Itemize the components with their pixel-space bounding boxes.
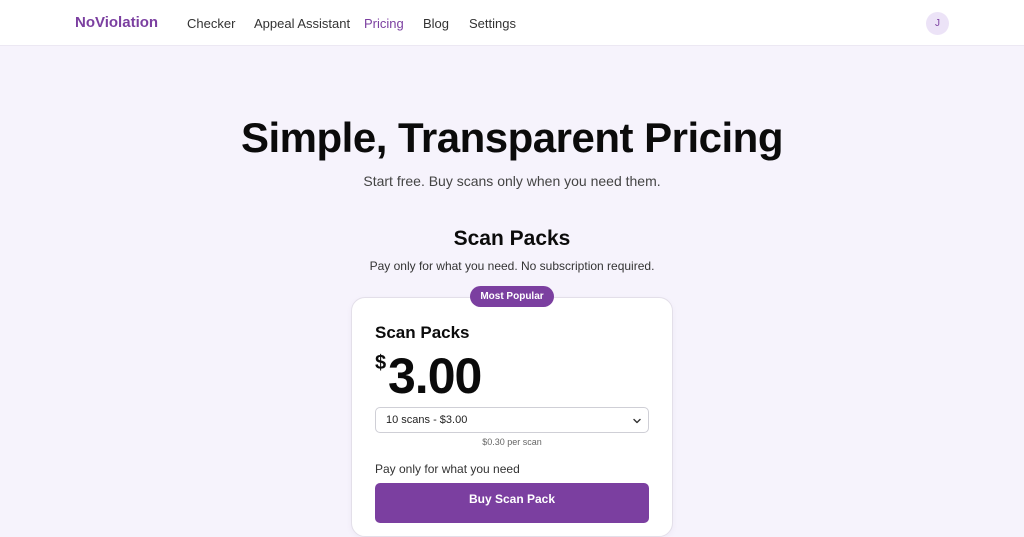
feature-text: Pay only for what you need: [375, 462, 520, 476]
scan-pack-select-value: 10 scans - $3.00: [386, 414, 468, 426]
section-subtitle: Pay only for what you need. No subscript…: [369, 259, 655, 273]
scan-pack-select[interactable]: 10 scans - $3.00: [375, 407, 649, 433]
nav-link-checker[interactable]: Checker: [187, 16, 235, 31]
nav-link-appeal-assistant[interactable]: Appeal Assistant: [254, 16, 350, 31]
brand-logo-link[interactable]: NoViolation: [75, 14, 158, 31]
per-scan-price: $0.30 per scan: [482, 437, 542, 447]
user-avatar[interactable]: J: [926, 12, 949, 35]
price-currency: $: [375, 352, 387, 374]
nav-link-pricing[interactable]: Pricing: [364, 16, 404, 31]
nav-link-settings[interactable]: Settings: [469, 16, 516, 31]
card-title: Scan Packs: [375, 323, 470, 342]
most-popular-badge: Most Popular: [470, 286, 554, 307]
section-title: Scan Packs: [453, 227, 571, 250]
page-title: Simple, Transparent Pricing: [241, 114, 784, 161]
nav-link-blog[interactable]: Blog: [423, 16, 449, 31]
chevron-down-icon: [633, 418, 641, 424]
buy-scan-pack-button[interactable]: Buy Scan Pack: [375, 483, 649, 523]
price-amount: 3.00: [388, 348, 482, 404]
page-subtitle: Start free. Buy scans only when you need…: [363, 173, 661, 189]
top-navbar: NoViolation Checker Appeal Assistant Pri…: [0, 0, 1024, 46]
